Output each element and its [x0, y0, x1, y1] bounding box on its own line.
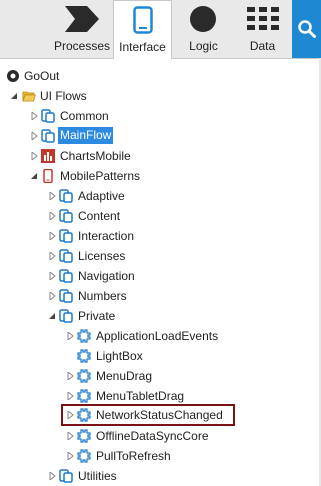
- block-puzzle-icon: [77, 429, 91, 443]
- tree-item-label: GoOut: [24, 69, 60, 83]
- tree-item-label: Licenses: [78, 249, 126, 263]
- tree-item-label: Numbers: [78, 289, 127, 303]
- collapsed-arrow-icon[interactable]: [30, 152, 38, 160]
- collapsed-arrow-icon[interactable]: [66, 392, 74, 400]
- ui-flow-icon: [59, 249, 73, 263]
- collapsed-arrow-icon[interactable]: [30, 112, 38, 120]
- tree-item-label: MenuTabletDrag: [96, 389, 185, 403]
- collapsed-arrow-icon[interactable]: [48, 212, 56, 220]
- collapsed-arrow-icon[interactable]: [48, 472, 56, 480]
- tree-item-label: Interaction: [78, 229, 135, 243]
- tree-item-label: MenuDrag: [96, 369, 153, 383]
- tab-logic[interactable]: Logic: [172, 0, 235, 58]
- collapsed-arrow-icon[interactable]: [48, 232, 56, 240]
- block-puzzle-icon: [77, 349, 91, 363]
- tab-interface[interactable]: Interface: [113, 0, 172, 59]
- mobile-module-icon: [43, 169, 53, 183]
- top-toolbar: Processes Interface Logic Data: [0, 0, 321, 59]
- tab-logic-label: Logic: [189, 39, 218, 53]
- collapsed-arrow-icon[interactable]: [66, 452, 74, 460]
- logic-circle-icon: [190, 6, 216, 32]
- ui-flow-icon: [59, 209, 73, 223]
- block-puzzle-icon: [77, 389, 91, 403]
- collapsed-arrow-icon[interactable]: [66, 332, 74, 340]
- tree-item-label: OfflineDataSyncCore: [96, 429, 209, 443]
- collapsed-arrow-icon[interactable]: [66, 432, 74, 440]
- tab-processes-label: Processes: [53, 39, 111, 53]
- expanded-arrow-icon[interactable]: [10, 92, 18, 100]
- tree-item-label-selected: MainFlow: [58, 127, 114, 144]
- search-button[interactable]: [292, 0, 321, 58]
- collapsed-arrow-icon[interactable]: [48, 272, 56, 280]
- module-root-icon: [7, 70, 19, 82]
- expanded-arrow-icon[interactable]: [30, 172, 38, 180]
- collapsed-arrow-icon[interactable]: [30, 132, 38, 140]
- collapsed-arrow-icon[interactable]: [66, 411, 74, 419]
- block-puzzle-icon: [77, 449, 91, 463]
- ui-flow-icon: [59, 309, 73, 323]
- mobile-device-icon: [133, 6, 153, 34]
- ui-flow-icon: [59, 269, 73, 283]
- processes-chevron-icon: [65, 6, 99, 32]
- tab-processes[interactable]: Processes: [52, 0, 112, 58]
- search-icon: [298, 20, 316, 38]
- expanded-arrow-icon[interactable]: [48, 312, 56, 320]
- block-puzzle-icon: [77, 329, 91, 343]
- folder-open-icon: [22, 91, 36, 102]
- block-puzzle-icon: [77, 369, 91, 383]
- tree-item-label: Navigation: [78, 269, 135, 283]
- data-table-icon: [247, 7, 279, 30]
- tree-item-label: NetworkStatusChanged: [96, 408, 223, 422]
- tab-data[interactable]: Data: [235, 0, 290, 58]
- collapsed-arrow-icon[interactable]: [66, 372, 74, 380]
- tree-item-label: Utilities: [78, 469, 117, 483]
- ui-flow-icon: [59, 229, 73, 243]
- tree-item-label: LightBox: [96, 349, 143, 363]
- ui-flow-icon: [59, 189, 73, 203]
- tab-data-label: Data: [249, 39, 276, 53]
- block-puzzle-icon: [77, 408, 91, 422]
- tree-item-label: Private: [78, 309, 116, 323]
- tree-item-label: PullToRefresh: [96, 449, 171, 463]
- ui-flow-icon: [41, 109, 55, 123]
- tree-item-label: UI Flows: [40, 89, 87, 103]
- tree-item-label: MobilePatterns: [60, 169, 141, 183]
- tree-item-label: ApplicationLoadEvents: [96, 329, 219, 343]
- ui-flow-icon: [59, 469, 73, 483]
- tab-interface-label: Interface: [119, 40, 166, 54]
- ui-flow-icon: [59, 289, 73, 303]
- collapsed-arrow-icon[interactable]: [48, 292, 56, 300]
- charts-module-icon: [41, 149, 55, 163]
- tree-item-label: Common: [60, 109, 109, 123]
- collapsed-arrow-icon[interactable]: [48, 192, 56, 200]
- collapsed-arrow-icon[interactable]: [48, 252, 56, 260]
- tree-item-label: ChartsMobile: [60, 149, 131, 163]
- tree-item-label: Content: [78, 209, 121, 223]
- ui-flow-icon: [41, 129, 55, 143]
- tree-item-label: Adaptive: [78, 189, 125, 203]
